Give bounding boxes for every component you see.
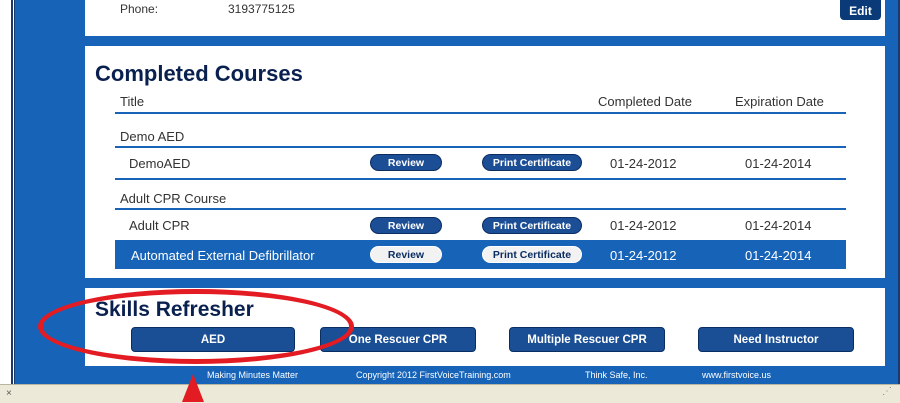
phone-value: 3193775125 — [228, 2, 295, 16]
table-row: DemoAED Review Print Certificate 01-24-2… — [115, 148, 846, 176]
review-button[interactable]: Review — [370, 246, 442, 263]
print-certificate-button[interactable]: Print Certificate — [482, 217, 582, 234]
footer-copyright: Copyright 2012 FirstVoiceTraining.com — [356, 370, 511, 380]
need-instructor-button[interactable]: Need Instructor — [698, 327, 854, 352]
course-name: Automated External Defibrillator — [131, 248, 315, 263]
row-divider — [115, 112, 846, 114]
multiple-rescuer-cpr-button[interactable]: Multiple Rescuer CPR — [509, 327, 665, 352]
completed-courses-title: Completed Courses — [95, 61, 303, 86]
status-bar — [0, 384, 900, 403]
column-header-expiration-date: Expiration Date — [735, 94, 824, 109]
course-name: Adult CPR — [129, 218, 190, 233]
column-header-title: Title — [120, 94, 145, 109]
expiration-date: 01-24-2014 — [745, 156, 812, 171]
phone-label: Phone: — [120, 2, 159, 16]
footer-company: Think Safe, Inc. — [585, 370, 648, 380]
completed-date: 01-24-2012 — [610, 248, 677, 263]
course-group-name: Demo AED — [120, 129, 185, 144]
print-certificate-button[interactable]: Print Certificate — [482, 246, 582, 263]
section-divider — [85, 36, 885, 46]
highlight-oval-annotation — [38, 289, 354, 364]
edit-button[interactable]: Edit — [840, 0, 881, 20]
section-divider — [85, 278, 885, 288]
expiration-date: 01-24-2014 — [745, 218, 812, 233]
completed-date: 01-24-2012 — [610, 218, 677, 233]
left-border — [11, 0, 13, 384]
expiration-date: 01-24-2014 — [745, 248, 812, 263]
footer-website-link[interactable]: www.firstvoice.us — [702, 370, 771, 380]
footer-tagline: Making Minutes Matter — [207, 370, 299, 380]
close-icon[interactable]: × — [6, 388, 12, 399]
resize-grip-icon[interactable]: ⋰ — [882, 386, 892, 397]
column-header-completed-date: Completed Date — [598, 94, 692, 109]
course-group-name: Adult CPR Course — [120, 191, 227, 206]
table-row-selected[interactable]: Automated External Defibrillator Review … — [115, 240, 846, 269]
print-certificate-button[interactable]: Print Certificate — [482, 154, 582, 171]
completed-date: 01-24-2012 — [610, 156, 677, 171]
row-divider — [115, 178, 846, 180]
course-name: DemoAED — [129, 156, 191, 171]
review-button[interactable]: Review — [370, 217, 442, 234]
review-button[interactable]: Review — [370, 154, 442, 171]
arrow-annotation-icon — [182, 374, 204, 402]
table-row: Adult CPR Review Print Certificate 01-24… — [115, 210, 846, 238]
